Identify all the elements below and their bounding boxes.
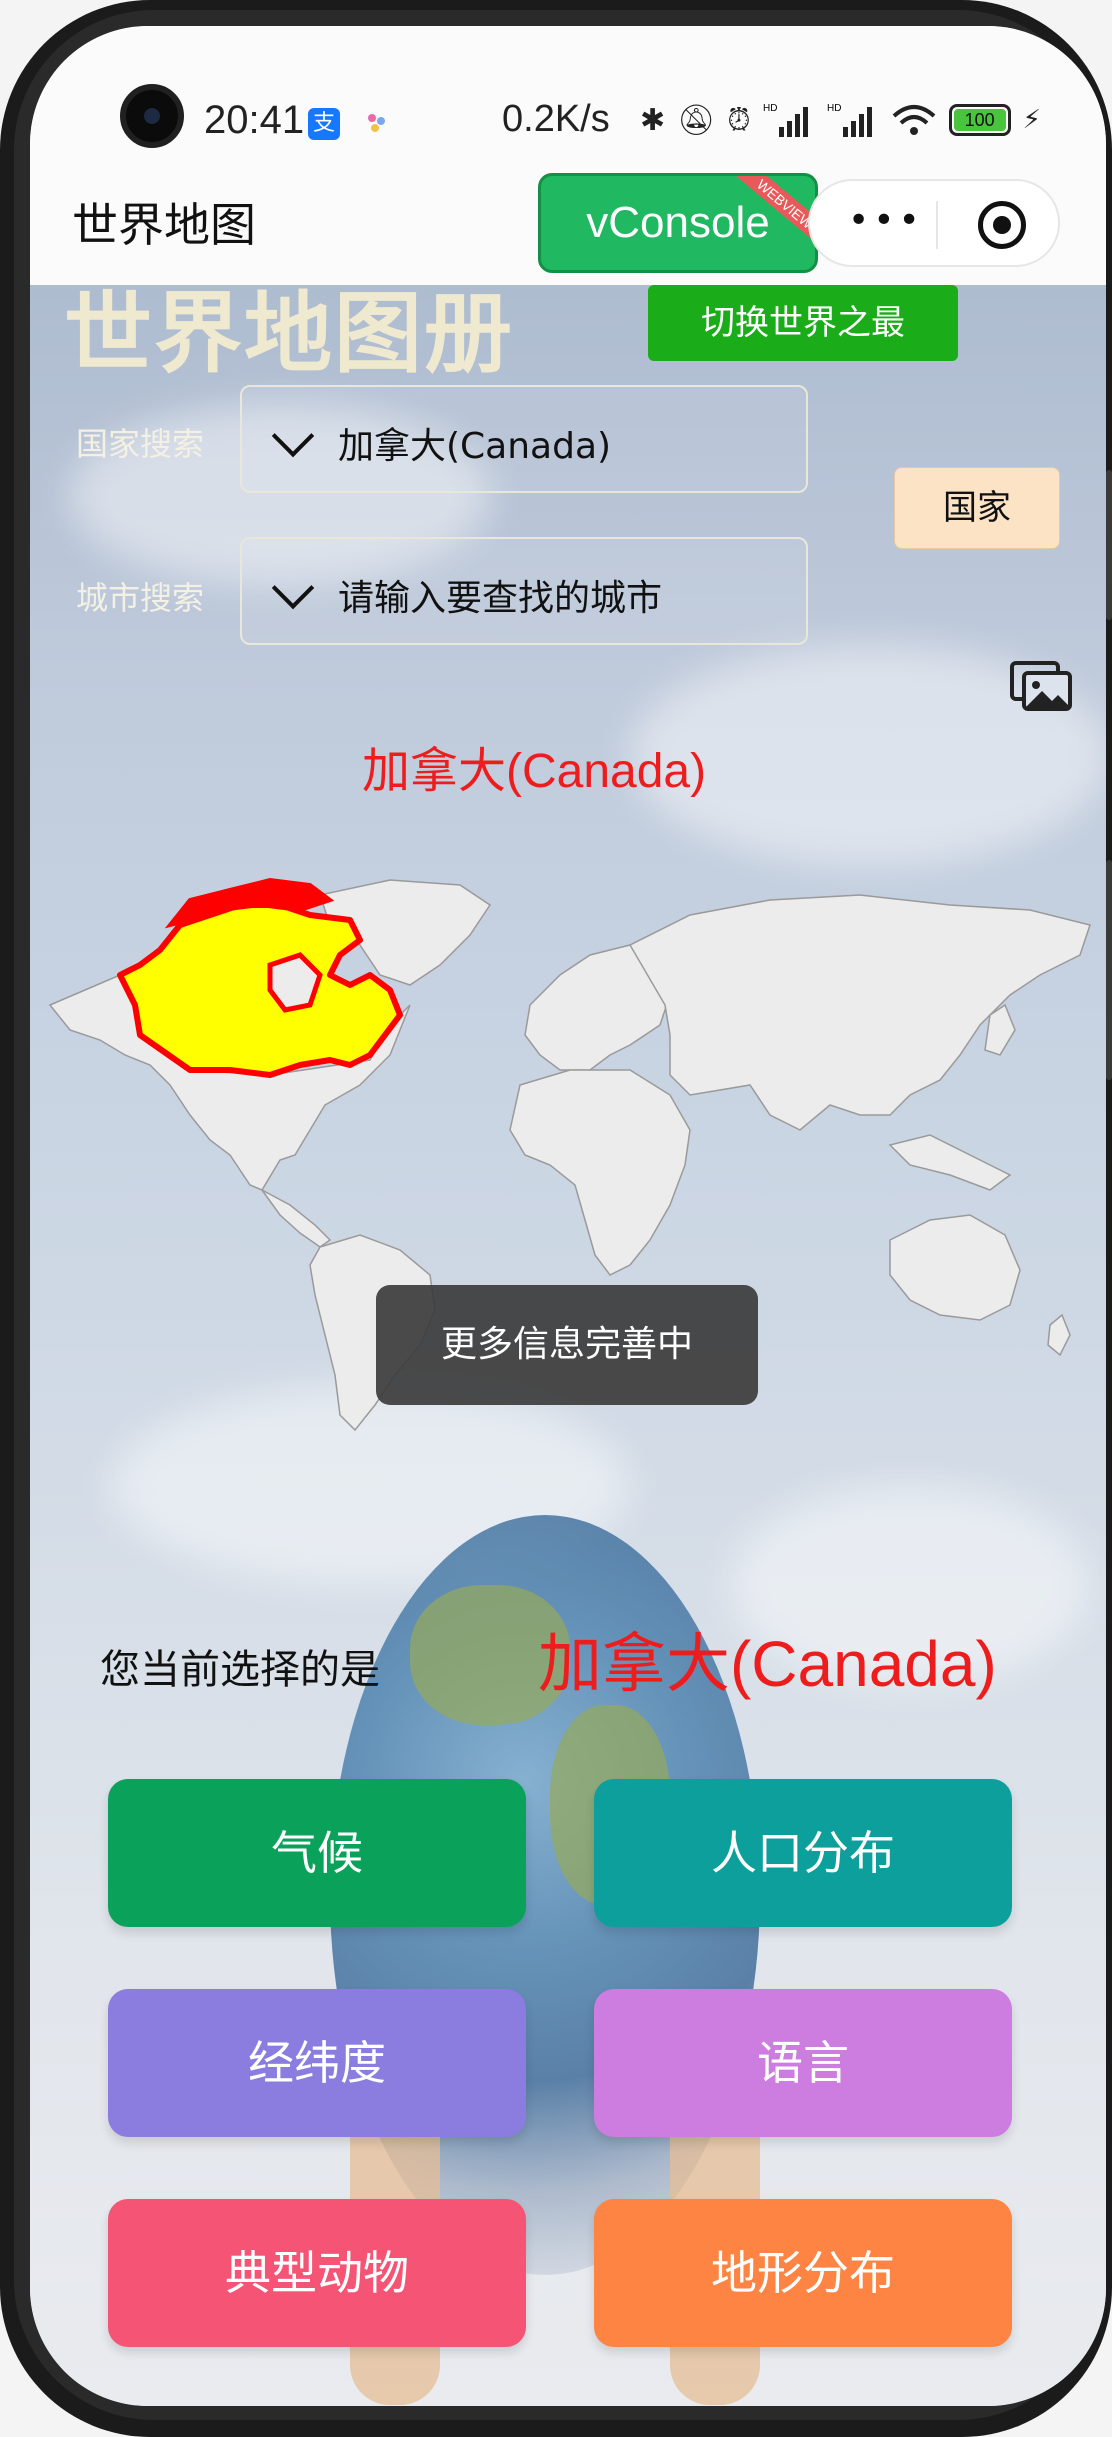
- bluetooth-icon: ✱: [640, 102, 666, 138]
- power-button: [1106, 860, 1112, 1080]
- charging-icon: ⚡︎: [1022, 105, 1041, 135]
- capsule-menu: •••: [808, 179, 1060, 267]
- atlas-title: 世界地图册: [64, 285, 515, 385]
- phone-frame: 20:41 支 0.2K/s ✱ 🔕︎ ⏰︎ HD HD 100 ⚡︎ 世界地图…: [0, 0, 1112, 2437]
- se-asia-islands: [888, 1134, 1012, 1191]
- climate-button[interactable]: 气候: [108, 1779, 526, 1927]
- status-bar: 20:41 支 0.2K/s ✱ 🔕︎ ⏰︎ HD HD 100 ⚡︎: [30, 26, 1106, 161]
- selected-label: 您当前选择的是: [100, 1647, 380, 1693]
- svg-text:HD: HD: [827, 103, 841, 114]
- phone-bezel: 20:41 支 0.2K/s ✱ 🔕︎ ⏰︎ HD HD 100 ⚡︎ 世界地图…: [14, 10, 1106, 2420]
- terrain-button[interactable]: 地形分布: [594, 2199, 1012, 2347]
- capsule-divider: [936, 201, 938, 249]
- country-search-label: 国家搜索: [76, 425, 205, 463]
- page-title: 世界地图: [72, 198, 256, 252]
- vconsole-label: vConsole: [586, 198, 770, 247]
- image-icon[interactable]: [1010, 661, 1074, 713]
- latlong-button[interactable]: 经纬度: [108, 1989, 526, 2137]
- asia-land: [628, 894, 1091, 1131]
- chevron-down-icon: [271, 566, 315, 610]
- status-time: 20:41: [204, 98, 305, 142]
- animals-button[interactable]: 典型动物: [108, 2199, 526, 2347]
- country-search-select[interactable]: 加拿大(Canada): [240, 385, 808, 493]
- signal-1-icon: HD: [763, 103, 808, 137]
- switch-records-button[interactable]: 切换世界之最: [648, 285, 958, 361]
- wifi-icon: [892, 105, 935, 135]
- city-search-label: 城市搜索: [76, 579, 205, 617]
- mute-bell-icon: 🔕︎: [677, 102, 716, 138]
- central-america-land: [261, 1189, 332, 1248]
- main-content: 世界地图册 切换世界之最 国家搜索 加拿大(Canada) 城市搜索 请输入要查…: [30, 285, 1106, 2406]
- close-program-icon[interactable]: [978, 201, 1026, 249]
- vconsole-button[interactable]: vConsole WEBVIEW: [538, 173, 818, 273]
- screen: 20:41 支 0.2K/s ✱ 🔕︎ ⏰︎ HD HD 100 ⚡︎ 世界地图…: [30, 26, 1106, 2406]
- signal-2-icon: HD: [827, 103, 872, 137]
- battery-icon: 100: [948, 104, 1011, 136]
- front-camera: [120, 84, 184, 148]
- new-zealand-land: [1047, 1313, 1071, 1357]
- australia-land: [889, 1214, 1021, 1321]
- alipay-icon: 支: [308, 108, 340, 140]
- status-icons: ✱ 🔕︎ ⏰︎ HD HD 100 ⚡︎: [640, 100, 1041, 140]
- chevron-down-icon: [271, 414, 315, 458]
- mini-program-header: 世界地图 vConsole WEBVIEW •••: [30, 161, 1106, 285]
- network-speed: 0.2K/s: [502, 98, 610, 140]
- volume-button: [1106, 470, 1112, 620]
- city-search-placeholder: 请输入要查找的城市: [338, 578, 663, 619]
- canada-highlight: [117, 902, 403, 1078]
- country-button[interactable]: 国家: [894, 467, 1060, 549]
- svg-text:HD: HD: [763, 103, 777, 114]
- language-button[interactable]: 语言: [594, 1989, 1012, 2137]
- country-search-value: 加拿大(Canada): [338, 426, 612, 467]
- toast-message: 更多信息完善中: [376, 1285, 758, 1405]
- map-country-title: 加拿大(Canada): [362, 745, 707, 798]
- alarm-icon: ⏰︎: [727, 102, 751, 138]
- city-search-select[interactable]: 请输入要查找的城市: [240, 537, 808, 645]
- more-menu-icon[interactable]: •••: [848, 203, 924, 239]
- population-button[interactable]: 人口分布: [594, 1779, 1012, 1927]
- assistant-dots-icon: [368, 114, 386, 132]
- selected-country: 加拿大(Canada): [538, 1628, 997, 1700]
- africa-land: [509, 1069, 691, 1276]
